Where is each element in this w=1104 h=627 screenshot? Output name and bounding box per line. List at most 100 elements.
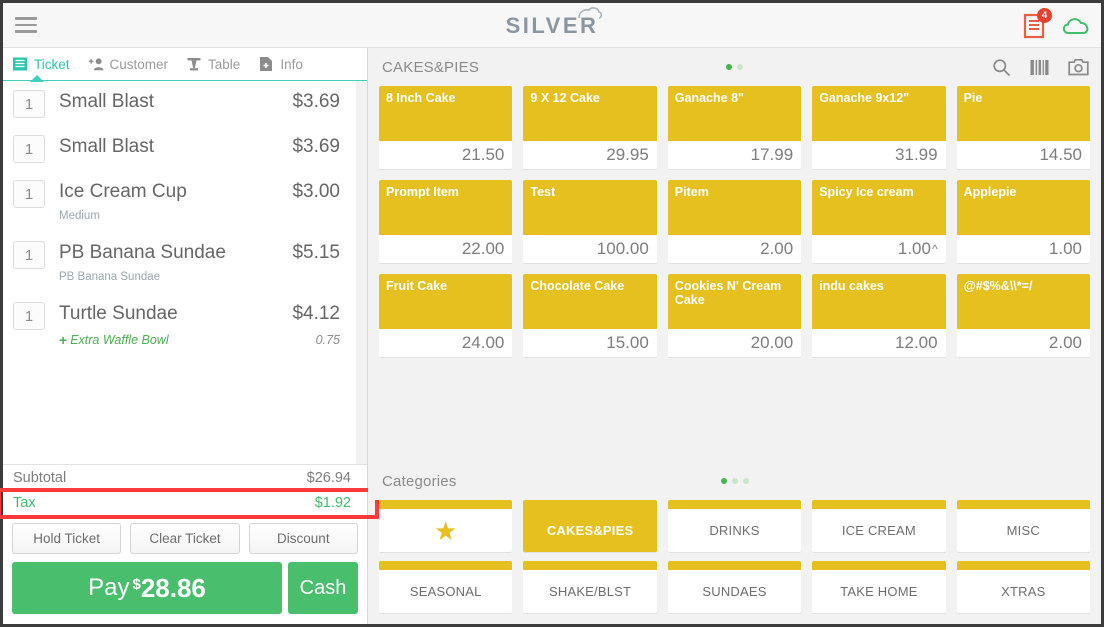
main-body: Ticket Customer Table Info 1 Small Blast… [0,48,1101,624]
item-details: Ice Cream Cup Medium [45,179,292,224]
category-label: MISC [1006,523,1040,538]
discount-button[interactable]: Discount [248,523,358,554]
product-tile[interactable]: Spicy Ice cream 1.00 ^ [812,180,946,263]
product-tile-price-value: 29.95 [606,145,649,164]
item-quantity[interactable]: 1 [13,135,45,163]
pager-dot[interactable] [726,64,732,70]
product-tile-price-value: 2.00 [760,239,794,258]
products-toolbar [992,58,1089,77]
product-tile-price: 14.50 [956,141,1090,169]
ticket-items-scroll: 1 Bottled Water $1.09 1 Small Blast [3,81,356,356]
product-tile[interactable]: Cookies N' Cream Cake 20.00 [667,274,802,357]
hamburger-icon[interactable] [3,3,49,48]
item-quantity[interactable]: 1 [13,180,45,208]
product-tile-header: Chocolate Cake [523,274,657,329]
product-tile[interactable]: 8 Inch Cake 21.50 [379,86,513,169]
product-tile-header: Pitem [667,180,802,235]
category-xtras[interactable]: XTRAS [956,561,1090,613]
cash-button[interactable]: Cash [288,562,358,614]
category-shake-blst[interactable]: SHAKE/BLST [523,561,657,613]
item-quantity[interactable]: 1 [13,302,45,330]
product-tile-price-value: 22.00 [461,239,505,258]
category-misc[interactable]: MISC [956,500,1090,552]
category-label: SHAKE/BLST [548,584,632,599]
product-tile-price-value: 20.00 [750,333,794,352]
category-cakes-pies[interactable]: CAKES&PIES [523,500,657,552]
item-price: $3.69 [292,136,340,157]
product-tile[interactable]: Prompt Item 22.00 [379,180,513,263]
clear-ticket-button[interactable]: Clear Ticket [130,523,240,554]
list-item[interactable]: 1 PB Banana Sundae PB Banana Sundae $5.1… [3,232,356,293]
page-title: CAKES&PIES [382,58,480,76]
product-tile-price-value: 12.00 [895,333,938,352]
category-label: ICE CREAM [841,523,916,538]
item-price: $4.12 [292,303,340,324]
pager-dot[interactable] [731,478,738,484]
item-details: PB Banana Sundae PB Banana Sundae [45,240,292,285]
receipt-icon[interactable]: 4 [1023,7,1052,39]
category-take-home[interactable]: TAKE HOME [812,561,946,613]
item-quantity[interactable]: 1 [13,241,45,269]
tab-info[interactable]: Info [249,48,312,81]
product-tile[interactable]: Ganache 9x12" 31.99 [812,86,946,169]
pager-dot[interactable] [737,64,743,70]
product-tile-price: 1.00 [956,235,1090,263]
pager-dot[interactable] [742,478,749,484]
product-tile[interactable]: Pie 14.50 [956,86,1090,169]
header-actions: 4 [1023,3,1091,48]
item-amounts: $5.15 [292,240,340,266]
search-icon[interactable] [992,58,1011,77]
list-item[interactable]: 1 Turtle Sundae + Extra Waffle Bowl $4.1… [3,293,356,356]
product-tile[interactable]: Test 100.00 [523,180,657,263]
tab-table[interactable]: Table [177,48,249,81]
product-tile[interactable]: indu cakes 12.00 [812,274,946,357]
item-amounts: $4.12 0.75 [292,301,340,348]
category-sundaes[interactable]: SUNDAES [667,561,802,613]
ticket-items-list[interactable]: 1 Bottled Water $1.09 1 Small Blast [3,81,367,464]
product-tile-header: Pie [956,86,1090,141]
list-item[interactable]: 1 Ice Cream Cup Medium $3.00 [3,171,356,232]
product-tile-header: @#$%&\\*=/ [956,274,1090,329]
tab-ticket-label: Ticket [34,56,70,72]
product-tile-price-value: 17.99 [750,145,794,164]
category-label: XTRAS [1001,584,1046,599]
pay-button[interactable]: Pay $ 28.86 [12,562,282,614]
info-document-icon [260,57,273,71]
product-tile-price: 2.00 [956,329,1090,357]
tab-customer-label: Customer [109,56,169,72]
product-tile[interactable]: 9 X 12 Cake 29.95 [523,86,657,169]
category-favorites[interactable]: ★ [379,500,513,552]
product-tile-price-value: 14.50 [1039,145,1082,164]
pager-dot[interactable] [720,478,727,484]
tax-row[interactable]: Tax $1.92 [13,490,351,515]
list-item[interactable]: 1 Small Blast $3.69 [3,81,356,126]
hold-ticket-button[interactable]: Hold Ticket [12,523,122,554]
camera-icon[interactable] [1068,58,1089,76]
barcode-icon[interactable] [1030,59,1049,76]
product-tile[interactable]: Chocolate Cake 15.00 [523,274,657,357]
categories-header: Categories [368,462,1101,500]
tab-customer[interactable]: Customer [79,48,178,81]
product-tile[interactable]: @#$%&\\*=/ 2.00 [956,274,1090,357]
category-label: DRINKS [709,523,760,538]
item-price: $3.00 [292,181,340,202]
subtotal-label: Subtotal [13,470,67,486]
category-drinks[interactable]: DRINKS [667,500,802,552]
product-tile[interactable]: Ganache 8" 17.99 [667,86,802,169]
category-ice-cream[interactable]: ICE CREAM [812,500,946,552]
tab-info-label: Info [280,56,303,72]
product-tile-name: Ganache 9x12" [819,91,910,105]
brand-logo: SILVER [3,3,1101,48]
product-tile-price: 22.00 [379,235,513,263]
product-tile-header: Prompt Item [379,180,513,235]
list-item[interactable]: 1 Small Blast $3.69 [3,126,356,171]
item-modifier-note: Medium [59,210,100,222]
item-price: $5.15 [292,242,340,263]
cloud-icon[interactable] [1061,16,1091,36]
category-seasonal[interactable]: SEASONAL [379,561,513,613]
product-tile[interactable]: Applepie 1.00 [956,180,1090,263]
product-tile[interactable]: Fruit Cake 24.00 [379,274,513,357]
product-tile[interactable]: Pitem 2.00 [667,180,802,263]
item-quantity[interactable]: 1 [13,90,45,118]
categories-section: Categories ★ CAKES&PIES DRINKS ICE CREAM MIS… [368,462,1101,624]
